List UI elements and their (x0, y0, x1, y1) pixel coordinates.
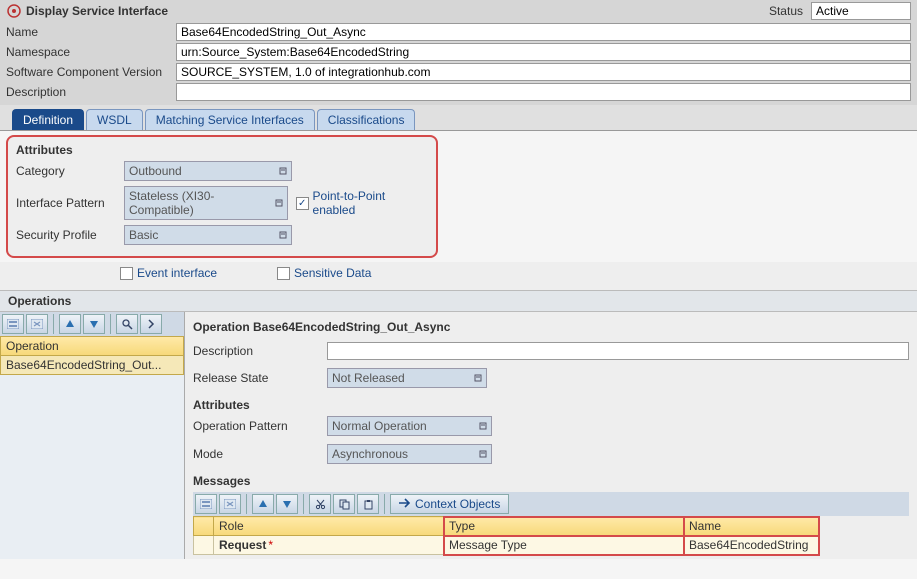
op-description-label: Description (193, 344, 323, 358)
pattern-label: Interface Pattern (16, 196, 116, 210)
find-button[interactable] (116, 314, 138, 334)
tab-classifications[interactable]: Classifications (317, 109, 416, 130)
category-label: Category (16, 164, 116, 178)
msg-col-role[interactable]: Role (214, 517, 444, 536)
dropdown-icon (479, 450, 487, 458)
op-pattern-label: Operation Pattern (193, 419, 323, 433)
attributes-title: Attributes (16, 143, 428, 157)
mode-label: Mode (193, 447, 323, 461)
status-field (811, 2, 911, 20)
attributes-panel: Attributes Category Outbound Interface P… (6, 135, 438, 258)
security-value: Basic (129, 228, 158, 242)
sensitive-data-checkbox[interactable] (277, 267, 290, 280)
operations-list-panel: Operation Base64EncodedString_Out... (0, 312, 185, 559)
op-pattern-dropdown[interactable]: Normal Operation (327, 416, 492, 436)
move-down-button[interactable] (83, 314, 105, 334)
dropdown-icon (279, 167, 287, 175)
tab-definition[interactable]: Definition (12, 109, 84, 130)
description-field[interactable] (176, 83, 911, 101)
paste-button[interactable] (357, 494, 379, 514)
dropdown-icon (474, 374, 482, 382)
release-state-label: Release State (193, 371, 323, 385)
tab-matching[interactable]: Matching Service Interfaces (145, 109, 315, 130)
event-interface-checkbox[interactable] (120, 267, 133, 280)
operations-section-title: Operations (0, 290, 917, 312)
p2p-checkbox[interactable] (296, 197, 309, 210)
context-objects-label: Context Objects (415, 497, 500, 511)
msg-row-type: Message Type (444, 536, 684, 555)
op-pattern-value: Normal Operation (332, 419, 427, 433)
msg-row-role: Request* (214, 536, 444, 555)
mode-dropdown[interactable]: Asynchronous (327, 444, 492, 464)
name-field[interactable] (176, 23, 911, 41)
release-state-value: Not Released (332, 371, 405, 385)
expand-button[interactable] (140, 314, 162, 334)
name-label: Name (6, 25, 176, 39)
msg-row-name: Base64EncodedString (684, 536, 819, 555)
status-label: Status (769, 4, 803, 18)
service-interface-icon (6, 3, 22, 19)
scv-label: Software Component Version (6, 65, 176, 79)
messages-title: Messages (193, 474, 909, 488)
msg-delete-button[interactable] (219, 494, 241, 514)
delete-row-button[interactable] (26, 314, 48, 334)
copy-button[interactable] (333, 494, 355, 514)
move-up-button[interactable] (59, 314, 81, 334)
page-title: Display Service Interface (26, 4, 168, 18)
category-value: Outbound (129, 164, 182, 178)
dropdown-icon (275, 199, 283, 207)
messages-toolbar: Context Objects (193, 492, 909, 516)
context-objects-button[interactable]: Context Objects (390, 494, 509, 514)
msg-move-down-button[interactable] (276, 494, 298, 514)
msg-col-type[interactable]: Type (444, 517, 684, 536)
event-interface-label: Event interface (137, 266, 217, 280)
op-description-field[interactable] (327, 342, 909, 360)
msg-add-button[interactable] (195, 494, 217, 514)
tab-strip: Definition WSDL Matching Service Interfa… (0, 105, 917, 131)
cut-button[interactable] (309, 494, 331, 514)
arrow-right-icon (399, 497, 411, 511)
sensitive-data-label: Sensitive Data (294, 266, 371, 280)
security-dropdown[interactable]: Basic (124, 225, 292, 245)
ops-left-toolbar (0, 312, 184, 336)
category-dropdown[interactable]: Outbound (124, 161, 292, 181)
table-row[interactable]: Request* Message Type Base64EncodedStrin… (194, 536, 819, 555)
description-label: Description (6, 85, 176, 99)
msg-col-select[interactable] (194, 517, 214, 536)
dropdown-icon (479, 422, 487, 430)
operation-list-item[interactable]: Base64EncodedString_Out... (0, 356, 184, 375)
messages-table: Role Type Name Request* Message Type Bas… (193, 516, 819, 555)
msg-col-name[interactable]: Name (684, 517, 819, 536)
pattern-value: Stateless (XI30-Compatible) (129, 189, 275, 217)
namespace-label: Namespace (6, 45, 176, 59)
op-attributes-title: Attributes (193, 398, 909, 412)
namespace-field[interactable] (176, 43, 911, 61)
security-label: Security Profile (16, 228, 116, 242)
operation-detail-panel: Operation Base64EncodedString_Out_Async … (185, 312, 917, 559)
mode-value: Asynchronous (332, 447, 408, 461)
tab-wsdl[interactable]: WSDL (86, 109, 143, 130)
msg-move-up-button[interactable] (252, 494, 274, 514)
operation-column-header[interactable]: Operation (0, 336, 184, 356)
p2p-label: Point-to-Point enabled (313, 189, 428, 217)
add-row-button[interactable] (2, 314, 24, 334)
scv-field[interactable] (176, 63, 911, 81)
operation-title: Operation Base64EncodedString_Out_Async (193, 320, 909, 334)
release-state-dropdown[interactable]: Not Released (327, 368, 487, 388)
dropdown-icon (279, 231, 287, 239)
pattern-dropdown[interactable]: Stateless (XI30-Compatible) (124, 186, 288, 220)
